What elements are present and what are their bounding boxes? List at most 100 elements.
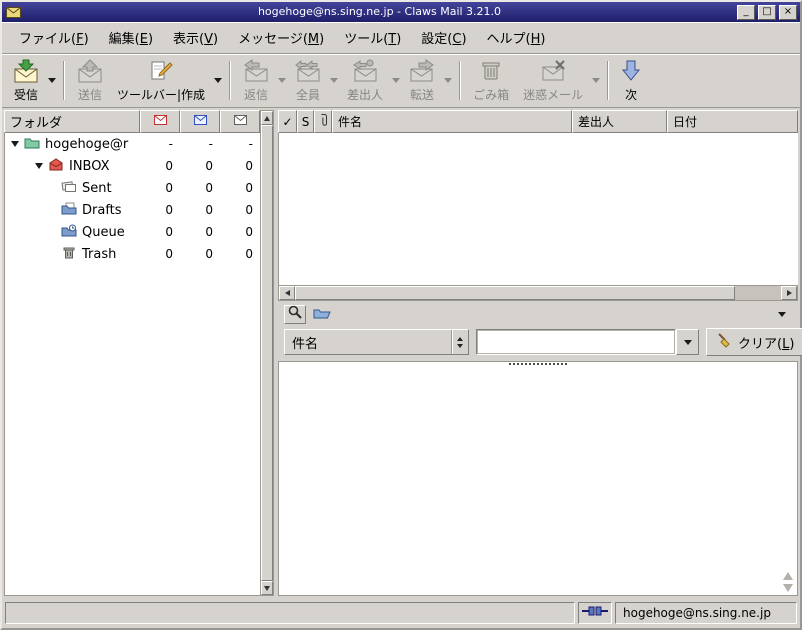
send-button[interactable]: 送信 — [70, 56, 110, 105]
maximize-button[interactable]: □ — [758, 4, 776, 20]
message-list-body[interactable] — [278, 133, 798, 285]
menu-edit[interactable]: 編集(E) — [100, 23, 162, 52]
next-arrow-icon — [621, 59, 641, 83]
combo-stepper[interactable] — [451, 330, 468, 354]
chevron-down-icon — [592, 78, 601, 83]
folder-list[interactable]: hogehoge@r - - - INBOX 0 0 0 Sent 0 0 0 … — [4, 133, 260, 596]
scroll-left-button[interactable] — [279, 286, 295, 300]
spam-mail-icon — [540, 59, 566, 83]
search-type-combo[interactable]: 件名 — [284, 329, 469, 355]
scrollbar-thumb[interactable] — [295, 286, 735, 300]
menu-help[interactable]: ヘルプ(H) — [478, 23, 555, 52]
new-count: 0 — [165, 159, 173, 173]
search-folder-icon[interactable] — [313, 306, 331, 323]
reply-sender-dropdown-arrow[interactable] — [390, 56, 402, 105]
minimize-button[interactable]: _ — [737, 4, 755, 20]
folder-pane-scrollbar[interactable] — [260, 110, 274, 596]
date-column-header[interactable]: 日付 — [667, 110, 798, 133]
status-column-header[interactable]: S — [297, 110, 314, 133]
clear-label: クリア(L) — [738, 336, 795, 352]
unread-count-column-header[interactable] — [180, 110, 220, 133]
trash-label: ごみ箱 — [473, 87, 510, 102]
menu-file[interactable]: ファイル(F) — [10, 23, 98, 52]
compose-button[interactable]: ツールバー|作成 — [110, 56, 212, 105]
search-button[interactable] — [284, 304, 306, 324]
scroll-up-arrow-icon[interactable] — [783, 572, 793, 580]
total-count: 0 — [245, 159, 253, 173]
reply-dropdown-arrow[interactable] — [276, 56, 288, 105]
scroll-down-arrow-icon[interactable] — [783, 584, 793, 592]
quick-search-panel: 件名 クリア(L) — [278, 301, 802, 361]
menu-message[interactable]: メッセージ(M) — [229, 23, 333, 52]
reply-button[interactable]: 返信 — [236, 56, 276, 105]
chevron-down-icon — [330, 78, 339, 83]
receive-button[interactable]: 受信 — [6, 56, 46, 105]
folder-name-column-header[interactable]: フォルダ — [4, 110, 140, 133]
total-count: - — [248, 137, 253, 151]
expander-icon[interactable] — [11, 141, 19, 147]
arrow-right-icon — [786, 290, 792, 296]
folder-row-inbox[interactable]: INBOX 0 0 0 — [5, 155, 260, 177]
scrollbar-thumb[interactable] — [261, 125, 273, 581]
splitter-grip[interactable] — [509, 363, 567, 365]
next-label: 次 — [625, 87, 638, 102]
folder-row-sent[interactable]: Sent 0 0 0 — [5, 177, 260, 199]
forward-dropdown-arrow[interactable] — [442, 56, 454, 105]
receive-dropdown-arrow[interactable] — [46, 56, 58, 105]
spam-dropdown-arrow[interactable] — [590, 56, 602, 105]
total-count-column-header[interactable] — [220, 110, 260, 133]
trash-folder-icon — [61, 246, 77, 263]
window-title: hogehoge@ns.sing.ne.jp - Claws Mail 3.21… — [257, 5, 502, 18]
scroll-down-button[interactable] — [261, 581, 273, 595]
search-history-dropdown[interactable] — [676, 329, 699, 355]
clear-search-button[interactable]: クリア(L) — [706, 328, 802, 356]
menu-configuration[interactable]: 設定(C) — [412, 23, 475, 52]
close-button[interactable]: × — [779, 4, 797, 20]
arrow-left-icon — [284, 290, 290, 296]
attachment-column-header[interactable] — [314, 110, 332, 133]
message-view[interactable] — [278, 361, 798, 596]
next-button[interactable]: 次 — [614, 56, 648, 105]
account-folder-icon — [24, 136, 40, 153]
titlebar[interactable]: hogehoge@ns.sing.ne.jp - Claws Mail 3.21… — [2, 2, 800, 22]
folder-row-trash[interactable]: Trash 0 0 0 — [5, 243, 260, 265]
mark-column-header[interactable]: ✓ — [278, 110, 297, 133]
quick-search-input[interactable] — [476, 329, 676, 355]
new-count-column-header[interactable] — [140, 110, 180, 133]
scrollbar-trough[interactable] — [735, 286, 781, 300]
spam-button[interactable]: 迷惑メール — [516, 56, 590, 105]
trash-icon — [479, 59, 503, 83]
menu-view[interactable]: 表示(V) — [164, 23, 227, 52]
compose-dropdown-arrow[interactable] — [212, 56, 224, 105]
total-count: 0 — [245, 225, 253, 239]
folder-row-queue[interactable]: Queue 0 0 0 — [5, 221, 260, 243]
total-mail-icon — [233, 114, 247, 129]
subject-column-header[interactable]: 件名 — [332, 110, 572, 133]
unread-count: 0 — [205, 159, 213, 173]
arrow-down-icon — [457, 343, 463, 348]
reply-all-button[interactable]: 全員 — [288, 56, 328, 105]
online-status-button[interactable] — [578, 602, 612, 624]
folder-row-drafts[interactable]: Drafts 0 0 0 — [5, 199, 260, 221]
folder-row-account[interactable]: hogehoge@r - - - — [5, 133, 260, 155]
scroll-right-button[interactable] — [781, 286, 797, 300]
unread-mail-icon — [193, 114, 207, 129]
quick-search-expander[interactable] — [772, 311, 792, 317]
reply-sender-button[interactable]: 差出人 — [340, 56, 390, 105]
send-label: 送信 — [77, 87, 102, 102]
app-mail-icon — [5, 5, 22, 19]
scroll-up-button[interactable] — [261, 111, 273, 125]
forward-button[interactable]: 転送 — [402, 56, 442, 105]
menu-tools[interactable]: ツール(T) — [335, 23, 410, 52]
statusbar: hogehoge@ns.sing.ne.jp — [2, 598, 800, 628]
reply-sender-icon — [352, 59, 378, 83]
unread-count: - — [208, 137, 213, 151]
message-list-hscrollbar[interactable] — [278, 285, 798, 301]
current-account[interactable]: hogehoge@ns.sing.ne.jp — [615, 602, 797, 624]
new-count: 0 — [165, 225, 173, 239]
from-column-header[interactable]: 差出人 — [572, 110, 667, 133]
message-pane: ✓ S 件名 差出人 日付 件名 クリア(L) — [278, 110, 802, 596]
expander-icon[interactable] — [35, 163, 43, 169]
reply-all-dropdown-arrow[interactable] — [328, 56, 340, 105]
trash-button[interactable]: ごみ箱 — [466, 56, 516, 105]
